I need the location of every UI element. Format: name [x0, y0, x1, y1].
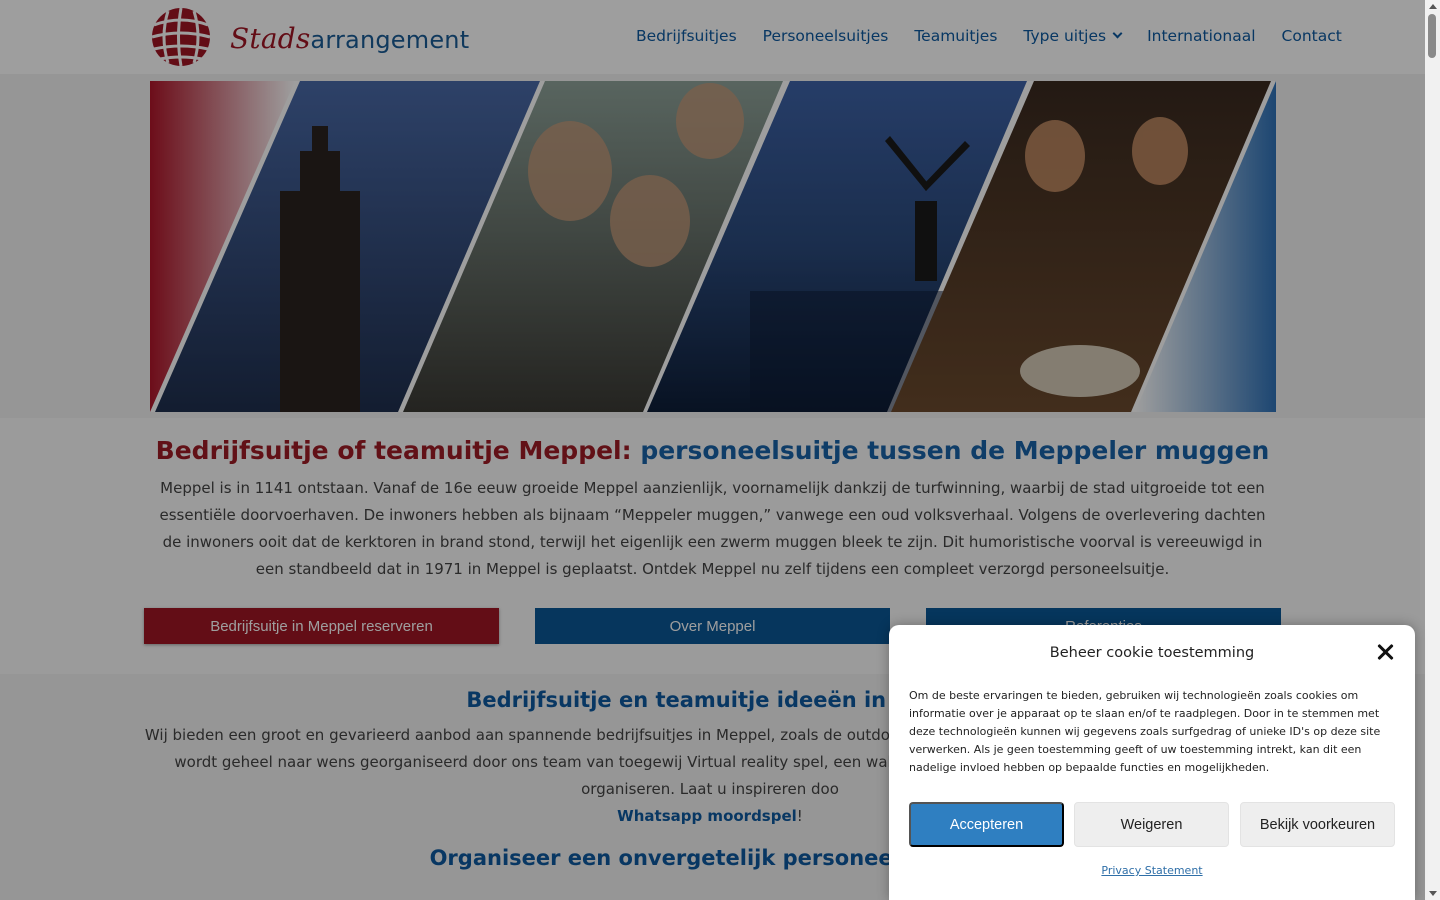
view-preferences-button[interactable]: Bekijk voorkeuren	[1240, 802, 1395, 847]
cookie-description: Om de beste ervaringen te bieden, gebrui…	[909, 689, 1381, 774]
deny-button[interactable]: Weigeren	[1074, 802, 1229, 847]
scroll-thumb[interactable]	[1428, 14, 1436, 58]
accept-button[interactable]: Accepteren	[909, 802, 1064, 847]
scroll-up-arrow-icon[interactable]	[1429, 4, 1437, 9]
privacy-statement-link[interactable]: Privacy Statement	[889, 864, 1415, 877]
cookie-title: Beheer cookie toestemming	[1049, 645, 1255, 661]
cookie-consent-dialog: Beheer cookie toestemming Om de beste er…	[889, 625, 1415, 900]
close-icon[interactable]	[1375, 642, 1395, 662]
page-scrollbar[interactable]	[1425, 0, 1440, 900]
scroll-down-arrow-icon[interactable]	[1429, 891, 1437, 896]
